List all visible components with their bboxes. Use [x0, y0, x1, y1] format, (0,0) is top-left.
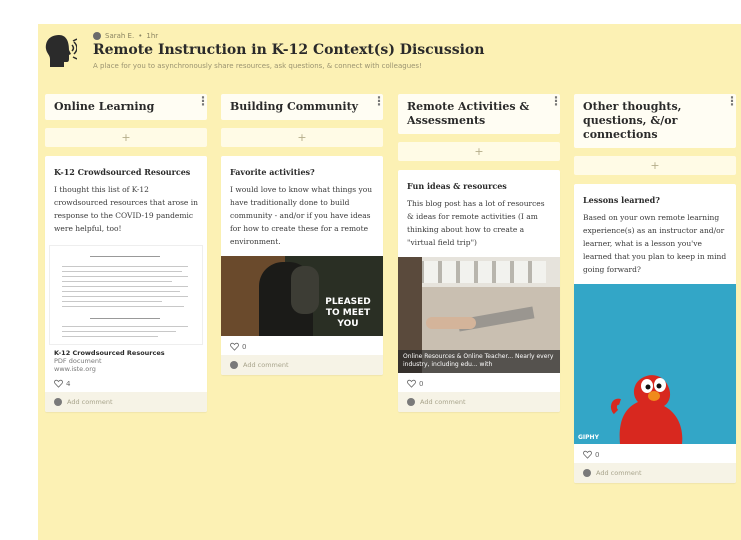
- column-online-learning: Online Learning ⋮ + K-12 Crowdsourced Re…: [45, 94, 209, 412]
- post-time: 1hr: [146, 31, 159, 40]
- add-comment-field[interactable]: Add comment: [398, 392, 560, 412]
- user-avatar-icon: [583, 469, 591, 477]
- speaker-avatar-icon: [45, 35, 77, 67]
- like-count: 0: [419, 379, 424, 388]
- reactions: 0: [221, 336, 383, 355]
- kebab-menu-icon[interactable]: ⋮: [726, 95, 738, 107]
- board-title: Remote Instruction in K-12 Context(s) Di…: [93, 42, 485, 58]
- column-title: Online Learning: [54, 100, 155, 113]
- post-title: Favorite activities?: [230, 167, 315, 177]
- column-title: Building Community: [230, 100, 359, 113]
- column-header: Remote Activities & Assessments ⋮: [398, 94, 562, 134]
- attachment-title: K-12 Crowdsourced Resources: [54, 349, 165, 357]
- user-avatar-icon: [230, 361, 238, 369]
- attachment-preview[interactable]: [49, 245, 203, 345]
- heart-icon[interactable]: [54, 379, 63, 388]
- add-comment-field[interactable]: Add comment: [45, 392, 207, 412]
- reactions: 0: [574, 444, 736, 463]
- reactions: 4: [45, 373, 207, 392]
- add-comment-field[interactable]: Add comment: [221, 355, 383, 375]
- board-subtitle: A place for you to asynchronously share …: [93, 62, 422, 70]
- add-post-button[interactable]: +: [574, 156, 736, 175]
- separator: •: [138, 31, 143, 40]
- heart-icon[interactable]: [230, 342, 239, 351]
- user-avatar-icon: [54, 398, 62, 406]
- add-post-button[interactable]: +: [221, 128, 383, 147]
- link-caption: Online Resources & Online Teacher... Nea…: [398, 350, 560, 373]
- post-body: I thought this list of K-12 crowdsourced…: [54, 185, 198, 233]
- attachment-info[interactable]: K-12 Crowdsourced Resources PDF document…: [45, 345, 207, 373]
- column-header: Building Community ⋮: [221, 94, 385, 120]
- elmo-shape: [610, 375, 683, 444]
- add-post-button[interactable]: +: [45, 128, 207, 147]
- post-card[interactable]: Fun ideas & resources This blog post has…: [398, 170, 560, 412]
- column-header: Other thoughts, questions, &/or connecti…: [574, 94, 738, 148]
- column-remote-activities: Remote Activities & Assessments ⋮ + Fun …: [398, 94, 562, 412]
- column-building-community: Building Community ⋮ + Favorite activiti…: [221, 94, 385, 375]
- post-title: Lessons learned?: [583, 195, 660, 205]
- user-avatar-icon: [93, 31, 101, 40]
- comment-placeholder: Add comment: [420, 398, 466, 406]
- kebab-menu-icon[interactable]: ⋮: [550, 95, 562, 107]
- user-avatar-icon: [407, 398, 415, 406]
- post-card[interactable]: Lessons learned? Based on your own remot…: [574, 184, 736, 483]
- column-header: Online Learning ⋮: [45, 94, 209, 120]
- add-comment-field[interactable]: Add comment: [574, 463, 736, 483]
- heart-icon[interactable]: [583, 450, 592, 459]
- author-name: Sarah E.: [105, 31, 135, 40]
- post-body: I would love to know what things you hav…: [230, 185, 373, 246]
- link-preview-image[interactable]: Online Resources & Online Teacher... Nea…: [398, 257, 560, 373]
- hand-shape: [426, 317, 476, 329]
- gif-image[interactable]: GIPHY: [574, 284, 736, 444]
- meme-caption: PLEASED TO MEET YOU: [325, 297, 371, 329]
- window-panes: [406, 261, 546, 283]
- post-meta: Sarah E. • 1hr: [93, 30, 158, 41]
- post-body: This blog post has a lot of resources & …: [407, 199, 545, 247]
- post-title: Fun ideas & resources: [407, 181, 507, 191]
- gif-image[interactable]: PLEASED TO MEET YOU: [221, 256, 383, 336]
- kebab-menu-icon[interactable]: ⋮: [197, 95, 209, 107]
- like-count: 0: [595, 450, 600, 459]
- like-count: 0: [242, 342, 247, 351]
- padlet-board: Sarah E. • 1hr Remote Instruction in K-1…: [38, 24, 741, 540]
- column-title: Other thoughts, questions, &/or connecti…: [583, 100, 682, 141]
- elephant-shape: [291, 266, 319, 314]
- giphy-label: GIPHY: [578, 434, 599, 441]
- comment-placeholder: Add comment: [596, 469, 642, 477]
- column-title: Remote Activities & Assessments: [407, 100, 530, 127]
- reactions: 0: [398, 373, 560, 392]
- post-body: Based on your own remote learning experi…: [583, 213, 727, 274]
- attachment-type: PDF document: [54, 357, 102, 365]
- like-count: 4: [66, 379, 71, 388]
- comment-placeholder: Add comment: [243, 361, 289, 369]
- post-title: K-12 Crowdsourced Resources: [54, 167, 191, 177]
- kebab-menu-icon[interactable]: ⋮: [373, 95, 385, 107]
- post-card[interactable]: K-12 Crowdsourced Resources I thought th…: [45, 156, 207, 412]
- attachment-source: www.iste.org: [54, 365, 96, 373]
- column-other-thoughts: Other thoughts, questions, &/or connecti…: [574, 94, 738, 483]
- heart-icon[interactable]: [407, 379, 416, 388]
- add-post-button[interactable]: +: [398, 142, 560, 161]
- comment-placeholder: Add comment: [67, 398, 113, 406]
- post-card[interactable]: Favorite activities? I would love to kno…: [221, 156, 383, 375]
